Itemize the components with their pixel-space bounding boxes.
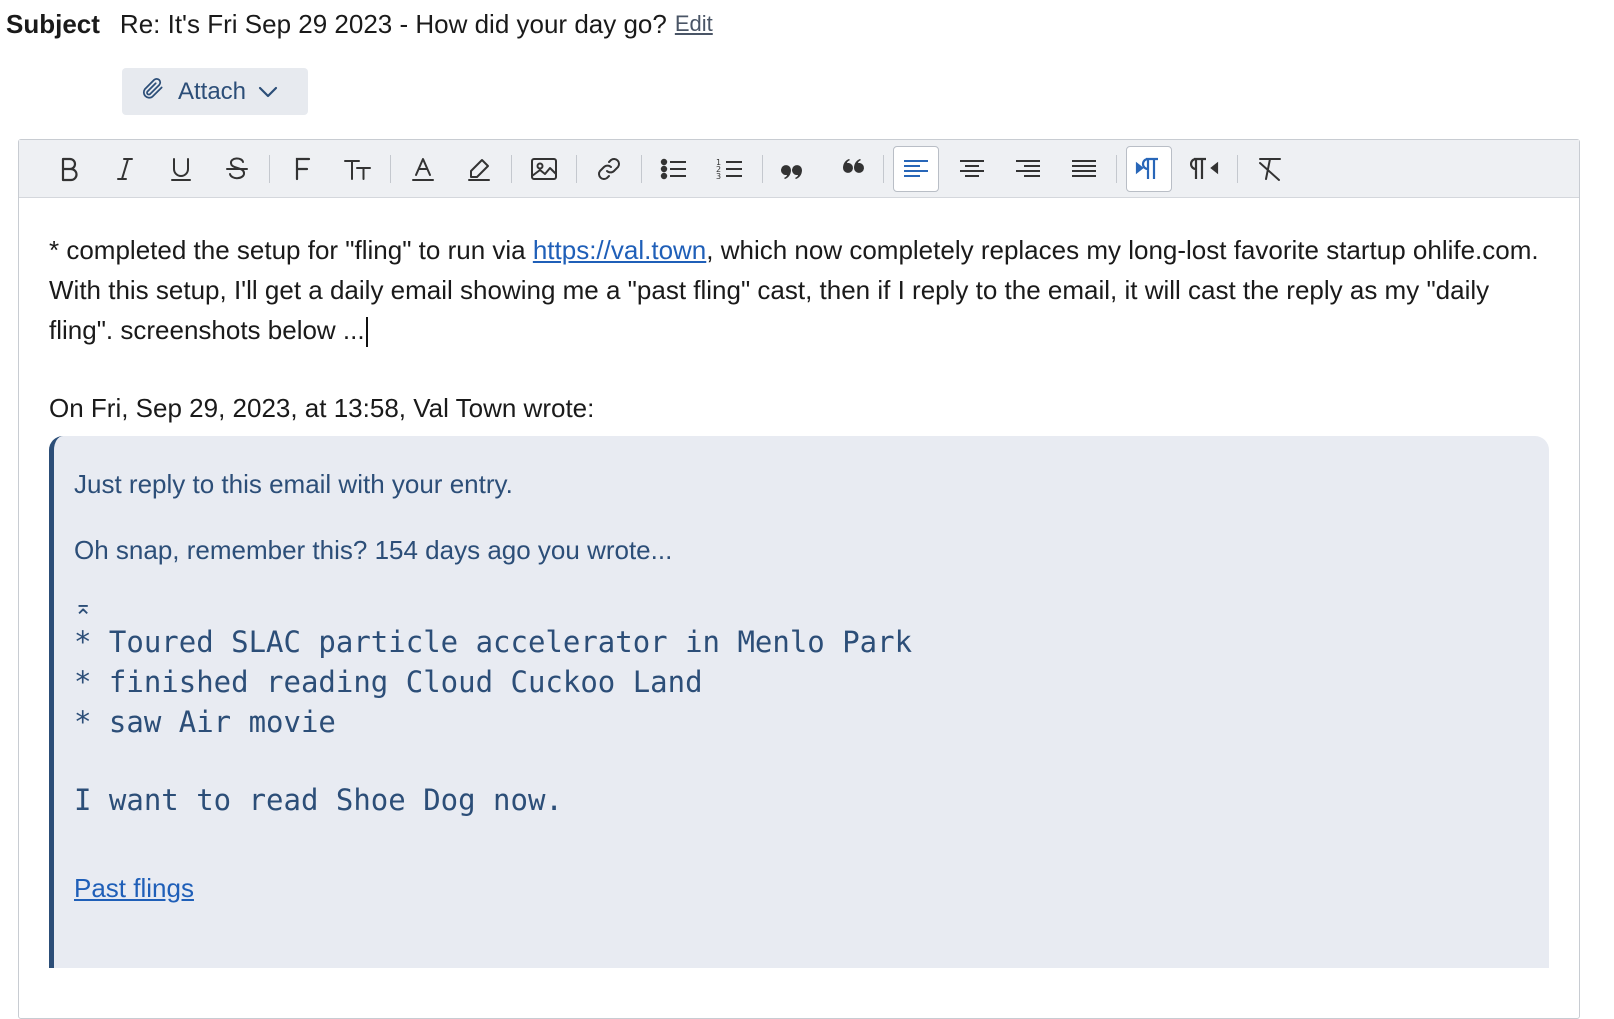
toolbar-separator bbox=[883, 154, 884, 183]
toolbar-separator bbox=[511, 154, 512, 183]
image-icon[interactable] bbox=[521, 146, 567, 192]
highlight-icon[interactable] bbox=[456, 146, 502, 192]
align-right-icon[interactable] bbox=[1005, 146, 1051, 192]
align-left-icon[interactable] bbox=[893, 145, 939, 192]
quoted-message: Just reply to this email with your entry… bbox=[49, 436, 1549, 968]
quote-item: * saw Air movie bbox=[74, 705, 336, 739]
rtl-icon[interactable] bbox=[1182, 146, 1228, 192]
message-body[interactable]: * completed the setup for "fling" to run… bbox=[19, 198, 1579, 968]
toolbar-separator bbox=[390, 154, 391, 183]
text-size-icon[interactable] bbox=[335, 146, 381, 192]
ltr-icon[interactable] bbox=[1126, 145, 1172, 192]
toolbar-separator bbox=[1237, 154, 1238, 183]
align-center-icon[interactable] bbox=[949, 146, 995, 192]
text-color-icon[interactable] bbox=[400, 146, 446, 192]
subject-row: Subject Re: It's Fri Sep 29 2023 - How d… bbox=[6, 6, 713, 42]
quote-icon[interactable] bbox=[772, 146, 818, 192]
justify-icon[interactable] bbox=[1061, 146, 1107, 192]
past-flings-link[interactable]: Past flings bbox=[74, 868, 194, 908]
subject-edit-link[interactable]: Edit bbox=[675, 11, 713, 37]
svg-text:3: 3 bbox=[716, 172, 721, 181]
attach-label: Attach bbox=[177, 77, 247, 105]
toolbar-separator bbox=[1116, 154, 1117, 183]
quote-line-2: Oh snap, remember this? 154 days ago you… bbox=[74, 535, 673, 565]
quote-line-1: Just reply to this email with your entry… bbox=[74, 469, 513, 499]
text-cursor bbox=[365, 317, 368, 348]
toolbar-separator bbox=[269, 154, 270, 183]
italic-icon[interactable] bbox=[102, 146, 148, 192]
quote-item: * Toured SLAC particle accelerator in Me… bbox=[74, 625, 913, 659]
bullet-list-icon[interactable] bbox=[651, 146, 697, 192]
chevron-down-icon bbox=[258, 78, 290, 106]
message-editor: 123 * completed the setup for "fling" to… bbox=[18, 139, 1580, 1019]
attach-button[interactable]: Attach bbox=[122, 68, 308, 115]
reply-attribution: On Fri, Sep 29, 2023, at 13:58, Val Town… bbox=[49, 393, 595, 423]
quote-item: * finished reading Cloud Cuckoo Land bbox=[74, 665, 703, 699]
val-town-link[interactable]: https://val.town bbox=[533, 235, 706, 265]
bold-icon[interactable] bbox=[46, 146, 92, 192]
body-paragraph: * completed the setup for "fling" to run… bbox=[49, 230, 1549, 350]
toolbar-separator bbox=[576, 154, 577, 183]
clear-formatting-icon[interactable] bbox=[1247, 146, 1293, 192]
toolbar-separator bbox=[762, 154, 763, 183]
toolbar-separator bbox=[641, 154, 642, 183]
font-icon[interactable] bbox=[279, 146, 325, 192]
unquote-icon[interactable] bbox=[828, 146, 874, 192]
quote-closing: I want to read Shoe Dog now. bbox=[74, 783, 563, 817]
paperclip-icon bbox=[140, 75, 178, 108]
quote-mark: ⌅ bbox=[74, 594, 93, 619]
subject-text: Re: It's Fri Sep 29 2023 - How did your … bbox=[119, 8, 667, 39]
body-text-start: * completed the setup for "fling" to run… bbox=[49, 235, 533, 265]
subject-label: Subject bbox=[6, 8, 100, 39]
strikethrough-icon[interactable] bbox=[214, 146, 260, 192]
numbered-list-icon[interactable]: 123 bbox=[707, 146, 753, 192]
underline-icon[interactable] bbox=[158, 146, 204, 192]
link-icon[interactable] bbox=[586, 146, 632, 192]
formatting-toolbar: 123 bbox=[19, 140, 1579, 198]
